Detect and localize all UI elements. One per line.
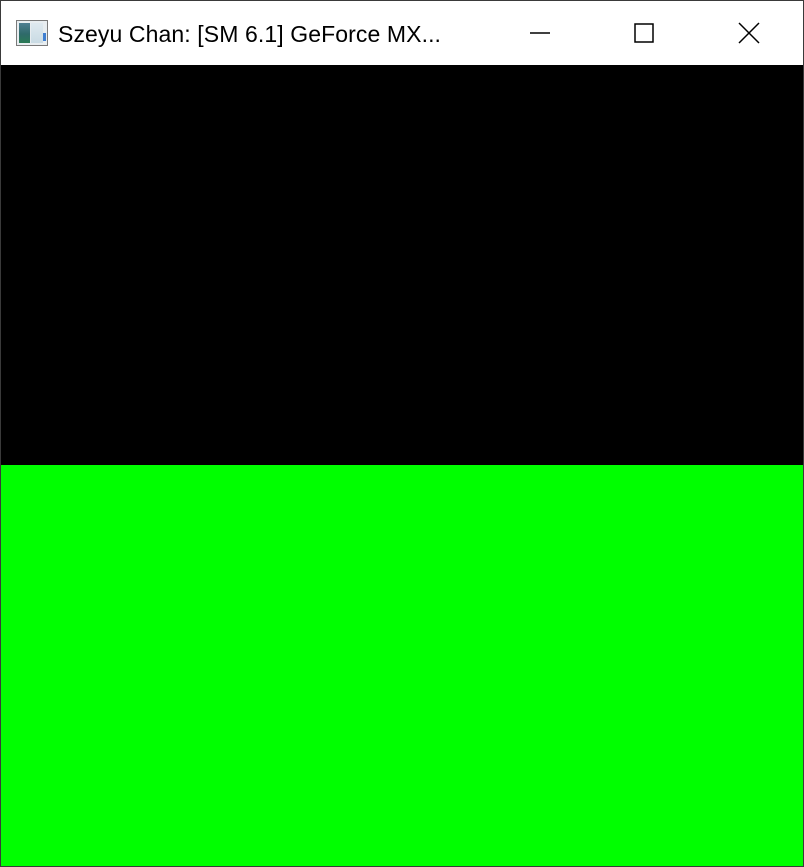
- app-window: Szeyu Chan: [SM 6.1] GeForce MX...: [0, 0, 804, 867]
- close-icon: [738, 22, 760, 44]
- app-window-icon[interactable]: [16, 20, 48, 46]
- maximize-icon: [634, 23, 654, 43]
- title-bar[interactable]: Szeyu Chan: [SM 6.1] GeForce MX...: [1, 1, 803, 65]
- maximize-button[interactable]: [592, 1, 696, 65]
- minimize-icon: [530, 32, 550, 34]
- viewport-upper-region: [1, 65, 803, 465]
- app-icon-right-pane: [31, 23, 43, 43]
- window-title: Szeyu Chan: [SM 6.1] GeForce MX...: [58, 21, 442, 47]
- close-button[interactable]: [697, 1, 801, 65]
- minimize-button[interactable]: [488, 1, 592, 65]
- viewport-lower-region: [1, 465, 803, 866]
- render-viewport[interactable]: [1, 65, 803, 866]
- app-icon-left-pane: [19, 23, 30, 43]
- app-icon-accent: [43, 33, 46, 41]
